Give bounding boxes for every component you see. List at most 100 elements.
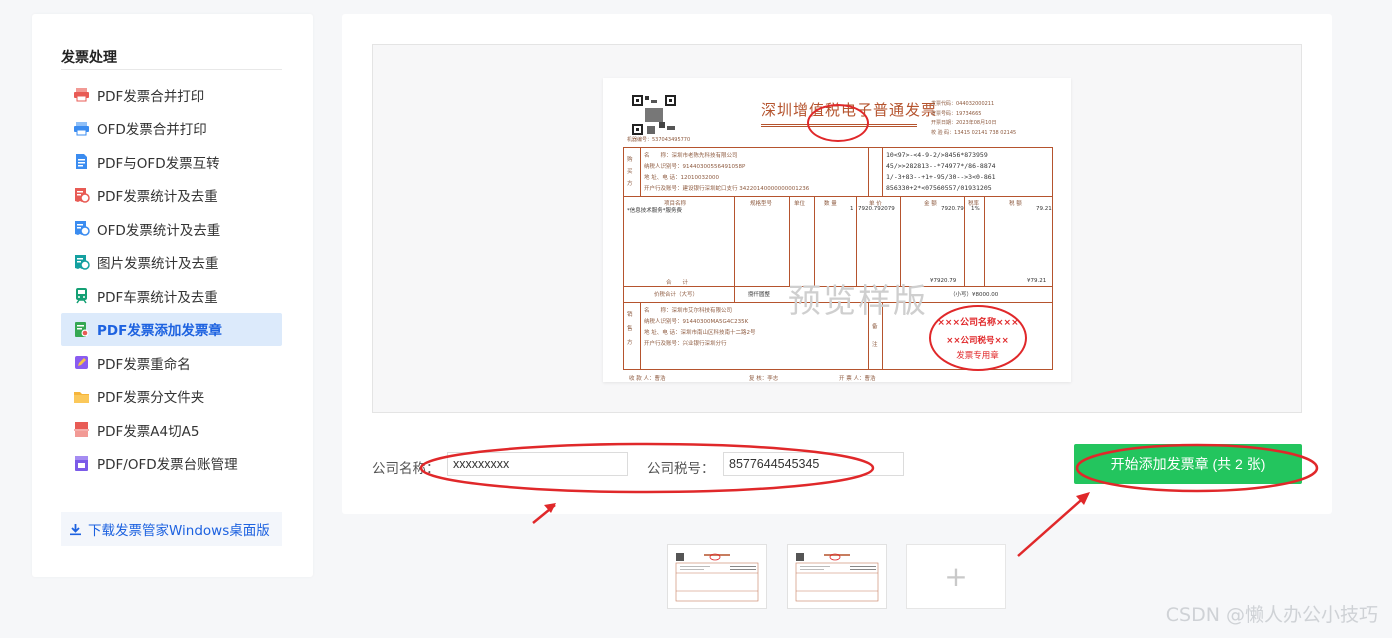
sidebar-menu: PDF发票合并打印 OFD发票合并打印 PDF与OFD发票互转 PDF发票统计及… [61, 78, 282, 480]
checker: 复 核：李志 [749, 376, 779, 382]
remark-label: 备注 [872, 324, 878, 348]
item-price: 7920.792079 [858, 206, 895, 212]
stamp-label: 发票专用章 [956, 351, 999, 361]
sidebar-divider [61, 69, 282, 70]
buyer-name: 名 称：深圳市老陈先科技有限公司 [644, 153, 738, 159]
payee: 收 款 人：曹浩 [629, 376, 666, 382]
tax-number-input[interactable]: 8577644545345 [723, 452, 904, 476]
item-rate: 1% [971, 206, 980, 212]
printer-red-icon [73, 86, 90, 103]
item-amount: 7920.79 [941, 206, 964, 212]
sidebar-item-label: PDF发票重命名 [97, 356, 191, 373]
total-numeric: （小写）¥8000.00 [950, 292, 999, 298]
machine-number: 机器编号：537043495770 [627, 137, 691, 143]
sidebar-item-add-stamp[interactable]: PDF发票添加发票章 [61, 312, 282, 346]
seller-address: 地 址、电 话：深圳市南山区科技南十二路2号 [644, 330, 756, 336]
sidebar-item-label: PDF发票添加发票章 [97, 323, 222, 340]
company-name-input[interactable]: xxxxxxxxx [447, 452, 628, 476]
invoice-meta: 发票代码：044032000211 发票号码：19734665 开票日期：202… [931, 100, 1016, 138]
subtotal-tax: ¥79.21 [1027, 278, 1047, 284]
buyer-tax-id: 纳税人识别号：91440300556491058P [644, 164, 746, 170]
issuer: 开 票 人：曹浩 [839, 376, 876, 382]
download-desktop-link[interactable]: 下载发票管家Windows桌面版 [61, 512, 282, 546]
cipher-line: 10<97>-<4-9-2/>8456*873959 [886, 151, 988, 159]
cipher-line: 1/-3+83--+1+-95/30-->3<0-861 [886, 173, 996, 181]
doc-convert-icon [73, 153, 90, 170]
col-qty: 数 量 [824, 201, 837, 207]
sidebar-item-label: PDF与OFD发票互转 [97, 155, 220, 172]
sidebar-item-label: OFD发票统计及去重 [97, 222, 221, 239]
ledger-icon [73, 455, 90, 472]
sidebar-item-pdf-ofd-convert[interactable]: PDF与OFD发票互转 [61, 145, 282, 179]
sidebar-item-image-stat[interactable]: 图片发票统计及去重 [61, 246, 282, 280]
sidebar-item-label: PDF发票统计及去重 [97, 189, 218, 206]
tax-bureau-seal [807, 104, 869, 142]
total-chinese: 捌仟圆整 [748, 292, 771, 298]
receipt-stat-blue-icon [73, 220, 90, 237]
buyer-address: 地 址、电 话：12010032000 [644, 175, 719, 181]
sidebar-item-label: PDF发票A4切A5 [97, 423, 200, 440]
col-tax: 税 额 [1009, 201, 1022, 207]
sidebar: 发票处理 PDF发票合并打印 OFD发票合并打印 PDF与OFD发票互转 PDF… [32, 14, 313, 577]
sidebar-item-pdf-stat[interactable]: PDF发票统计及去重 [61, 179, 282, 213]
sidebar-item-label: OFD发票合并打印 [97, 122, 207, 139]
subtotal-amount: ¥7920.79 [930, 278, 957, 284]
cipher-line: 856330+2*<07560557/01931205 [886, 184, 992, 192]
main-panel: 机器编号：537043495770 深圳增值税电子普通发票 发票代码：04403… [342, 14, 1332, 514]
sidebar-item-ofd-stat[interactable]: OFD发票统计及去重 [61, 212, 282, 246]
sidebar-item-ofd-merge-print[interactable]: OFD发票合并打印 [61, 112, 282, 146]
sidebar-item-label: 图片发票统计及去重 [97, 256, 219, 273]
col-amount: 金 额 [924, 201, 937, 207]
sidebar-item-label: PDF车票统计及去重 [97, 289, 218, 306]
company-name-label: 公司名称： [372, 461, 440, 477]
seller-tax-id: 纳税人识别号：91440300MA5G4C235K [644, 319, 749, 325]
csdn-watermark: CSDN @懒人办公小技巧 [1165, 604, 1378, 626]
check-code: 校 验 码：13415 02141 738 02145 [931, 129, 1017, 136]
subtotal-label: 合 计 [666, 280, 689, 286]
download-label: 下载发票管家Windows桌面版 [88, 523, 270, 539]
tax-number-label: 公司税号： [647, 461, 715, 477]
invoice-thumbnail[interactable] [667, 544, 767, 609]
total-label: 价税合计（大写） [654, 292, 699, 298]
sidebar-item-pdf-merge-print[interactable]: PDF发票合并打印 [61, 78, 282, 112]
sidebar-item-train-ticket-stat[interactable]: PDF车票统计及去重 [61, 279, 282, 313]
invoice-stamp: ×××公司名称××× ××公司税号×× 发票专用章 [929, 305, 1027, 371]
start-add-stamp-button[interactable]: 开始添加发票章 (共 2 张) [1074, 444, 1302, 484]
invoice-number: 发票号码：19734665 [931, 110, 982, 117]
printer-blue-icon [73, 120, 90, 137]
sidebar-item-rename[interactable]: PDF发票重命名 [61, 346, 282, 380]
invoice-code: 发票代码：044032000211 [931, 101, 995, 107]
invoice-document: 机器编号：537043495770 深圳增值税电子普通发票 发票代码：04403… [603, 78, 1071, 382]
stamp-doc-icon [73, 321, 90, 338]
sidebar-item-label: PDF/OFD发票台账管理 [97, 457, 238, 474]
invoice-thumbnail[interactable] [787, 544, 887, 609]
seller-label: 销售方 [627, 312, 633, 346]
sidebar-item-ledger[interactable]: PDF/OFD发票台账管理 [61, 447, 282, 481]
invoice-thumbnail-image [675, 553, 759, 602]
invoice-date: 开票日期：2023年08月10日 [931, 120, 997, 126]
col-unit: 单位 [794, 201, 806, 207]
qr-code-icon [631, 94, 677, 136]
preview-watermark: 预览样版 [788, 281, 928, 320]
sidebar-item-folders[interactable]: PDF发票分文件夹 [61, 380, 282, 414]
item-name: *信息技术服务*服务费 [627, 208, 683, 214]
invoice-preview: 机器编号：537043495770 深圳增值税电子普通发票 发票代码：04403… [372, 44, 1302, 413]
buyer-label: 购买方 [627, 157, 633, 187]
sidebar-item-label: PDF发票分文件夹 [97, 390, 205, 407]
sidebar-item-a4-to-a5[interactable]: PDF发票A4切A5 [61, 413, 282, 447]
seller-bank: 开户行及账号：兴业银行深圳分行 [644, 341, 727, 347]
sidebar-item-label: PDF发票合并打印 [97, 88, 205, 105]
col-spec: 规格型号 [750, 201, 773, 207]
train-icon [73, 287, 90, 304]
invoice-thumbnail-image [795, 553, 879, 602]
item-tax: 79.21 [1036, 206, 1052, 212]
stamp-tax-id: ××公司税号×× [946, 336, 1009, 346]
add-invoice-button[interactable]: + [906, 544, 1006, 609]
receipt-stat-red-icon [73, 187, 90, 204]
buyer-bank: 开户行及账号：建设银行深圳蛇口支行 34220140000000001236 [644, 186, 810, 192]
seller-name: 名 称：深圳市艾尔科技有限公司 [644, 308, 733, 314]
receipt-stat-teal-icon [73, 254, 90, 271]
cut-page-icon [73, 421, 90, 438]
folder-icon [73, 388, 90, 405]
rename-icon [73, 354, 90, 371]
